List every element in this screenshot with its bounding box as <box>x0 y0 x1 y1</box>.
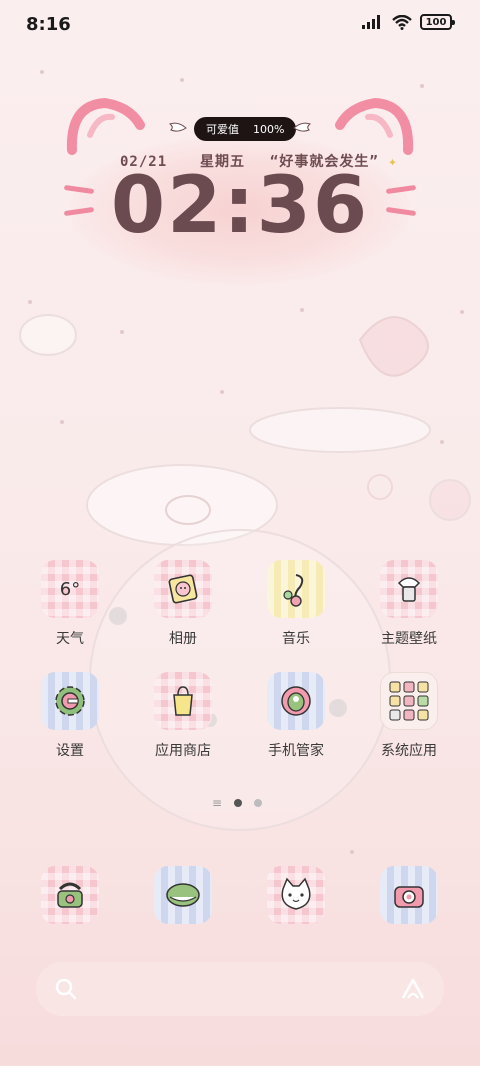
weather-icon: 6° <box>41 560 99 618</box>
browser-cat-icon <box>281 877 311 910</box>
dock-messages[interactable] <box>154 866 212 924</box>
clock-widget[interactable]: 可爱值 100% 02/21 星期五 “好事就会发生” ✦ 02:36 <box>60 95 420 285</box>
wing-right-icon <box>293 122 312 132</box>
search-bar[interactable] <box>36 962 444 1016</box>
dock-phone[interactable] <box>41 866 99 924</box>
camera-icon <box>394 886 424 908</box>
app-label: 主题壁纸 <box>381 631 437 647</box>
dock-browser[interactable] <box>267 866 325 924</box>
app-store-icon <box>154 672 212 730</box>
app-store[interactable]: 应用商店 <box>133 672 233 760</box>
app-label: 应用商店 <box>155 743 211 759</box>
assistant-icon[interactable] <box>400 977 426 1001</box>
music-icon <box>267 560 325 618</box>
page-list-icon[interactable]: ≡ <box>212 796 222 810</box>
dock-camera[interactable] <box>380 866 438 924</box>
app-weather[interactable]: 6° 天气 <box>20 560 120 648</box>
battery-icon: 100 <box>420 14 455 30</box>
signal-icon <box>362 15 380 29</box>
settings-icon <box>41 672 99 730</box>
app-label: 相册 <box>169 631 197 647</box>
phone-icon <box>57 882 83 908</box>
wifi-icon <box>392 14 412 30</box>
app-folder-system[interactable]: 系统应用 <box>359 672 459 760</box>
cuteness-badge: 可爱值 100% <box>194 117 297 141</box>
app-security[interactable]: 手机管家 <box>246 672 346 760</box>
security-icon <box>267 672 325 730</box>
wing-left-icon <box>168 122 187 132</box>
badge-value: 100% <box>253 122 285 136</box>
app-label: 手机管家 <box>268 743 324 759</box>
app-theme[interactable]: 主题壁纸 <box>359 560 459 648</box>
status-time: 8:16 <box>26 14 71 35</box>
messages-icon <box>166 883 200 907</box>
badge-label: 可爱值 <box>206 123 239 136</box>
status-icons: 100 <box>362 14 455 30</box>
gallery-icon <box>154 560 212 618</box>
theme-icon <box>380 560 438 618</box>
app-label: 音乐 <box>282 631 310 647</box>
page-dot-1[interactable] <box>234 799 243 807</box>
clock-time: 02:36 <box>110 161 370 251</box>
page-indicator[interactable]: ≡ <box>212 796 263 810</box>
status-bar: 8:16 100 <box>0 0 480 50</box>
app-gallery[interactable]: 相册 <box>133 560 233 648</box>
app-music[interactable]: 音乐 <box>246 560 346 648</box>
folder-icon <box>380 672 438 730</box>
weather-temp: 6° <box>59 578 81 600</box>
app-label: 天气 <box>56 631 84 647</box>
search-icon[interactable] <box>54 977 78 1001</box>
page-dot-2[interactable] <box>254 799 263 807</box>
app-label: 设置 <box>56 743 84 759</box>
app-label: 系统应用 <box>381 743 437 759</box>
app-settings[interactable]: 设置 <box>20 672 120 760</box>
